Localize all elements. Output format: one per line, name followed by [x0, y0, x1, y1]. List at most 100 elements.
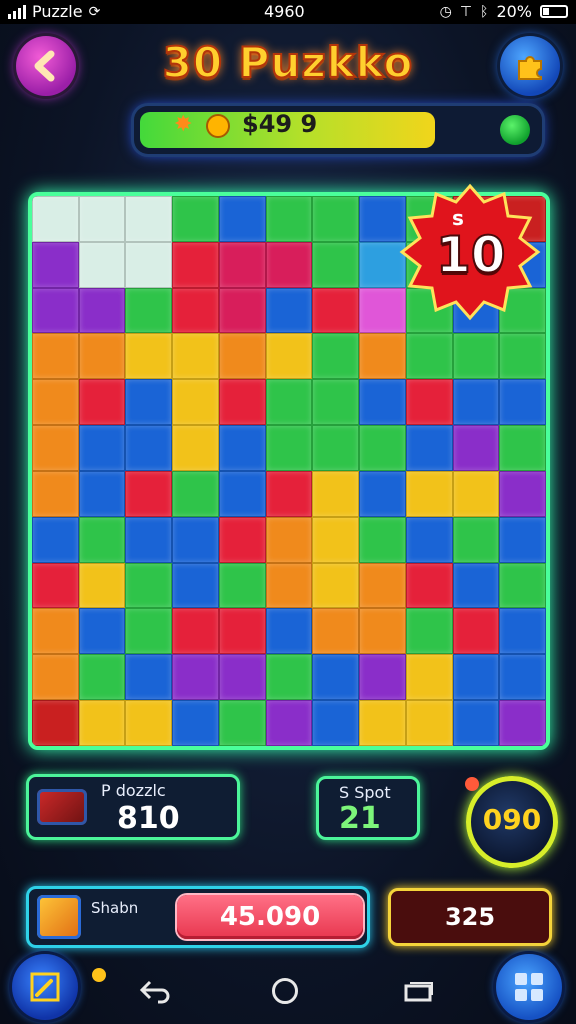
- puzzle-piece[interactable]: [405, 654, 453, 701]
- puzzle-piece[interactable]: [32, 470, 79, 517]
- puzzle-piece[interactable]: [499, 470, 546, 517]
- puzzle-piece[interactable]: [218, 700, 266, 746]
- system-home-icon[interactable]: [272, 978, 298, 1004]
- puzzle-piece[interactable]: [32, 654, 79, 701]
- puzzle-piece[interactable]: [78, 608, 126, 655]
- puzzle-piece[interactable]: [265, 196, 313, 242]
- puzzle-piece[interactable]: [125, 700, 173, 746]
- puzzle-piece[interactable]: [265, 562, 313, 609]
- puzzle-piece[interactable]: [312, 379, 360, 426]
- coins-panel[interactable]: 325: [388, 888, 552, 946]
- puzzle-piece[interactable]: [312, 470, 360, 517]
- puzzle-piece[interactable]: [452, 562, 500, 609]
- puzzle-piece[interactable]: [125, 516, 173, 563]
- puzzle-piece[interactable]: [359, 516, 406, 563]
- buy-button[interactable]: 45.090: [177, 895, 363, 939]
- puzzle-piece[interactable]: [78, 196, 126, 242]
- puzzle-piece[interactable]: [312, 516, 360, 563]
- puzzle-piece[interactable]: [312, 562, 360, 609]
- puzzle-piece[interactable]: [359, 470, 406, 517]
- puzzle-piece[interactable]: [125, 608, 173, 655]
- puzzle-piece[interactable]: [218, 516, 266, 563]
- puzzle-piece[interactable]: [405, 333, 453, 380]
- puzzle-piece[interactable]: [218, 425, 266, 471]
- puzzle-piece[interactable]: [452, 608, 500, 655]
- puzzle-piece[interactable]: [405, 516, 453, 563]
- puzzle-piece[interactable]: [172, 470, 219, 517]
- puzzle-piece[interactable]: [499, 379, 546, 426]
- puzzle-piece[interactable]: [218, 562, 266, 609]
- puzzle-piece[interactable]: [32, 379, 79, 426]
- puzzle-piece[interactable]: [125, 333, 173, 380]
- hint-button[interactable]: [500, 36, 560, 96]
- puzzle-piece[interactable]: [312, 700, 360, 746]
- puzzle-piece[interactable]: [172, 196, 219, 242]
- puzzle-piece[interactable]: [172, 654, 219, 701]
- puzzle-piece[interactable]: [32, 700, 79, 746]
- puzzle-piece[interactable]: [265, 608, 313, 655]
- puzzle-piece[interactable]: [452, 654, 500, 701]
- puzzle-piece[interactable]: [265, 287, 313, 334]
- puzzle-piece[interactable]: [359, 700, 406, 746]
- system-recents-icon[interactable]: [404, 980, 434, 1002]
- puzzle-piece[interactable]: [78, 516, 126, 563]
- puzzle-piece[interactable]: [452, 700, 500, 746]
- puzzle-piece[interactable]: [359, 562, 406, 609]
- puzzle-piece[interactable]: [125, 562, 173, 609]
- puzzle-piece[interactable]: [265, 241, 313, 288]
- puzzle-piece[interactable]: [125, 654, 173, 701]
- puzzle-piece[interactable]: [405, 608, 453, 655]
- puzzle-piece[interactable]: [359, 425, 406, 471]
- puzzle-piece[interactable]: [405, 470, 453, 517]
- puzzle-piece[interactable]: [78, 654, 126, 701]
- puzzle-piece[interactable]: [265, 333, 313, 380]
- puzzle-piece[interactable]: [32, 562, 79, 609]
- puzzle-piece[interactable]: [172, 241, 219, 288]
- puzzle-piece[interactable]: [78, 241, 126, 288]
- puzzle-piece[interactable]: [312, 654, 360, 701]
- puzzle-piece[interactable]: [312, 608, 360, 655]
- puzzle-piece[interactable]: [312, 241, 360, 288]
- puzzle-piece[interactable]: [125, 470, 173, 517]
- puzzle-piece[interactable]: [499, 562, 546, 609]
- puzzle-piece[interactable]: [78, 562, 126, 609]
- puzzle-piece[interactable]: [172, 333, 219, 380]
- back-button[interactable]: [16, 36, 76, 96]
- puzzle-piece[interactable]: [312, 333, 360, 380]
- score-status-dot[interactable]: [500, 115, 530, 145]
- puzzle-piece[interactable]: [499, 608, 546, 655]
- puzzle-piece[interactable]: [78, 287, 126, 334]
- puzzle-piece[interactable]: [359, 654, 406, 701]
- puzzle-piece[interactable]: [265, 516, 313, 563]
- puzzle-piece[interactable]: [32, 425, 79, 471]
- puzzle-piece[interactable]: [265, 425, 313, 471]
- puzzle-piece[interactable]: [172, 516, 219, 563]
- puzzle-piece[interactable]: [218, 333, 266, 380]
- edit-button[interactable]: [12, 954, 78, 1020]
- puzzle-piece[interactable]: [125, 287, 173, 334]
- puzzle-piece[interactable]: [218, 379, 266, 426]
- puzzle-piece[interactable]: [172, 425, 219, 471]
- puzzle-piece[interactable]: [452, 516, 500, 563]
- puzzle-piece[interactable]: [78, 425, 126, 471]
- system-back-icon[interactable]: [138, 978, 172, 1004]
- puzzle-piece[interactable]: [405, 700, 453, 746]
- puzzle-piece[interactable]: [499, 516, 546, 563]
- puzzle-piece[interactable]: [218, 196, 266, 242]
- puzzle-piece[interactable]: [32, 287, 79, 334]
- puzzle-piece[interactable]: [405, 562, 453, 609]
- puzzle-piece[interactable]: [172, 608, 219, 655]
- puzzle-piece[interactable]: [452, 333, 500, 380]
- puzzle-piece[interactable]: [172, 700, 219, 746]
- timer-circle[interactable]: 090: [465, 776, 558, 868]
- puzzle-piece[interactable]: [218, 608, 266, 655]
- puzzle-piece[interactable]: [125, 425, 173, 471]
- puzzle-piece[interactable]: [32, 608, 79, 655]
- puzzle-piece[interactable]: [499, 654, 546, 701]
- puzzle-piece[interactable]: [452, 379, 500, 426]
- puzzle-piece[interactable]: [78, 333, 126, 380]
- puzzle-piece[interactable]: [78, 700, 126, 746]
- puzzle-piece[interactable]: [405, 379, 453, 426]
- puzzle-piece[interactable]: [499, 425, 546, 471]
- puzzle-piece[interactable]: [32, 241, 79, 288]
